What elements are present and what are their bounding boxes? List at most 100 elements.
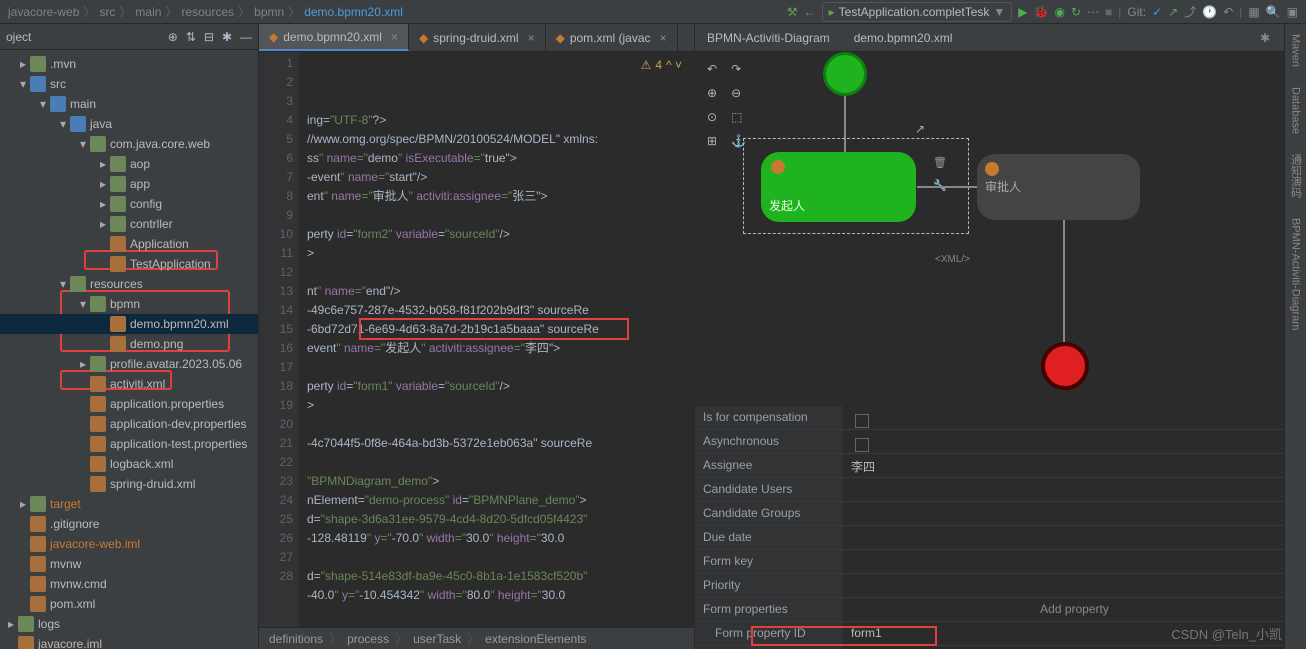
hide-icon[interactable]: — (240, 30, 252, 44)
breadcrumb-part[interactable]: demo.bpmn20.xml (304, 5, 403, 19)
tree-item[interactable]: pom.xml (0, 594, 258, 614)
tree-item[interactable]: TestApplication (0, 254, 258, 274)
tree-item[interactable]: mvnw.cmd (0, 574, 258, 594)
tree-item[interactable]: mvnw (0, 554, 258, 574)
git-push-icon[interactable]: ⤴ (1184, 3, 1196, 20)
tree-item[interactable]: ▾main (0, 94, 258, 114)
run-icon[interactable]: ▶ (1018, 5, 1027, 19)
tree-item[interactable]: ▸profile.avatar.2023.05.06 (0, 354, 258, 374)
coverage-icon[interactable]: ◉ (1054, 5, 1064, 19)
structure-crumb[interactable]: process (347, 632, 389, 646)
tree-item[interactable]: activiti.xml (0, 374, 258, 394)
diagram-tab[interactable]: BPMN-Activiti-Diagram (695, 27, 842, 49)
breadcrumb-part[interactable]: src (99, 5, 115, 19)
layout-icon[interactable]: ▣ (1287, 5, 1298, 19)
tree-item[interactable]: ▸app (0, 174, 258, 194)
bpmn-diagram[interactable]: ↶↷ ⊕⊖ ⊙⬚ ⊞⚓ 发起人 🗑 🔧 <XML/> ↗ 审批人 (695, 52, 1306, 406)
collapse-icon[interactable]: ⊟ (204, 30, 214, 44)
redo-icon[interactable]: ↷ (731, 62, 741, 76)
expand-icon[interactable]: ⇅ (186, 30, 196, 44)
property-value[interactable] (843, 502, 1306, 525)
zoom-fit-icon[interactable]: ⊙ (707, 110, 717, 124)
zoom-in-icon[interactable]: ⊕ (707, 86, 717, 100)
end-event[interactable] (1041, 342, 1089, 390)
breadcrumb-part[interactable]: resources (181, 5, 234, 19)
run-config-selector[interactable]: ▸ TestApplication.completTesk ▼ (822, 2, 1013, 22)
property-value[interactable]: 李四 (843, 454, 1306, 477)
attach-icon[interactable]: ⋯ (1087, 5, 1099, 19)
task-approver[interactable]: 审批人 (977, 154, 1140, 220)
tree-item[interactable]: ▸logs (0, 614, 258, 634)
breadcrumb-part[interactable]: main (135, 5, 161, 19)
debug-icon[interactable]: 🐞 (1034, 5, 1049, 19)
tree-item[interactable]: ▾bpmn (0, 294, 258, 314)
editor-tab[interactable]: ◆demo.bpmn20.xml× (259, 24, 409, 51)
task-initiator[interactable]: 发起人 (761, 152, 916, 222)
tool-window-tab[interactable]: BPMN-Activiti-Diagram (1290, 218, 1302, 330)
tree-item[interactable]: application.properties (0, 394, 258, 414)
code-content[interactable]: ing="UTF-8"?>//www.omg.org/spec/BPMN/201… (299, 52, 694, 627)
property-value[interactable] (843, 478, 1306, 501)
tool-window-tab[interactable]: Maven (1290, 34, 1302, 67)
tool-window-tab[interactable]: 通知演码 (1288, 154, 1304, 198)
structure-breadcrumb[interactable]: definitions〉process〉userTask〉extensionEl… (259, 627, 694, 649)
property-value[interactable] (843, 406, 1306, 429)
property-value[interactable] (843, 550, 1306, 573)
profile-icon[interactable]: ↻ (1071, 5, 1081, 19)
arrow-out-icon[interactable]: ↗ (915, 122, 925, 136)
back-icon[interactable]: ← (804, 5, 816, 19)
property-value[interactable] (843, 430, 1306, 453)
property-value[interactable] (843, 574, 1306, 597)
structure-crumb[interactable]: definitions (269, 632, 323, 646)
tree-item[interactable]: logback.xml (0, 454, 258, 474)
property-value[interactable] (843, 526, 1306, 549)
editor-body[interactable]: 1234567891011121314151617181920212223242… (259, 52, 694, 627)
tree-item[interactable]: demo.png (0, 334, 258, 354)
tree-item[interactable]: application-dev.properties (0, 414, 258, 434)
tree-item[interactable]: javacore.iml (0, 634, 258, 649)
git-history-icon[interactable]: 🕐 (1202, 5, 1217, 19)
gear-icon[interactable]: ✱ (1252, 31, 1278, 45)
windows-icon[interactable]: ▦ (1248, 5, 1259, 19)
editor-tab[interactable]: ◆pom.xml (javac× (546, 24, 678, 51)
zoom-out-icon[interactable]: ⊖ (731, 86, 741, 100)
property-value[interactable]: Add property (843, 598, 1306, 621)
git-update-icon[interactable]: ✓ (1152, 5, 1162, 19)
tree-item[interactable]: javacore-web.iml (0, 534, 258, 554)
diagram-tab[interactable]: demo.bpmn20.xml (842, 27, 965, 49)
tool-window-tab[interactable]: Database (1290, 87, 1302, 134)
breadcrumb-part[interactable]: javacore-web (8, 5, 79, 19)
tree-item[interactable]: ▾com.java.core.web (0, 134, 258, 154)
start-event[interactable] (823, 52, 867, 96)
search-icon[interactable]: 🔍 (1266, 5, 1281, 19)
breadcrumb-part[interactable]: bpmn (254, 5, 284, 19)
settings-icon[interactable]: ✱ (222, 30, 232, 44)
tree-item[interactable]: ▸aop (0, 154, 258, 174)
tree-item[interactable]: .gitignore (0, 514, 258, 534)
git-commit-icon[interactable]: ↗ (1168, 5, 1178, 19)
structure-crumb[interactable]: extensionElements (485, 632, 586, 646)
delete-icon[interactable]: 🗑 (933, 156, 947, 169)
tree-item[interactable]: ▸contrller (0, 214, 258, 234)
grid-icon[interactable]: ⊞ (707, 134, 717, 148)
tree-item[interactable]: spring-druid.xml (0, 474, 258, 494)
tree-item[interactable]: ▾resources (0, 274, 258, 294)
git-rollback-icon[interactable]: ↶ (1223, 5, 1233, 19)
tree-item[interactable]: ▸.mvn (0, 54, 258, 74)
structure-crumb[interactable]: userTask (413, 632, 461, 646)
editor-tab[interactable]: ◆spring-druid.xml× (409, 24, 546, 51)
breadcrumb: javacore-web〉src〉main〉resources〉bpmn〉dem… (8, 3, 787, 20)
tree-item[interactable]: ▾java (0, 114, 258, 134)
undo-icon[interactable]: ↶ (707, 62, 717, 76)
tree-item[interactable]: demo.bpmn20.xml (0, 314, 258, 334)
tree-item[interactable]: ▸config (0, 194, 258, 214)
target-icon[interactable]: ⊕ (168, 30, 178, 44)
tree-item[interactable]: Application (0, 234, 258, 254)
tree-item[interactable]: ▸target (0, 494, 258, 514)
tree-item[interactable]: ▾src (0, 74, 258, 94)
stop-icon[interactable]: ■ (1105, 5, 1112, 19)
tree-item[interactable]: application-test.properties (0, 434, 258, 454)
project-tree[interactable]: ▸.mvn▾src▾main▾java▾com.java.core.web▸ao… (0, 50, 258, 649)
select-icon[interactable]: ⬚ (731, 110, 742, 124)
hammer-icon[interactable]: ⚒ (787, 5, 798, 19)
